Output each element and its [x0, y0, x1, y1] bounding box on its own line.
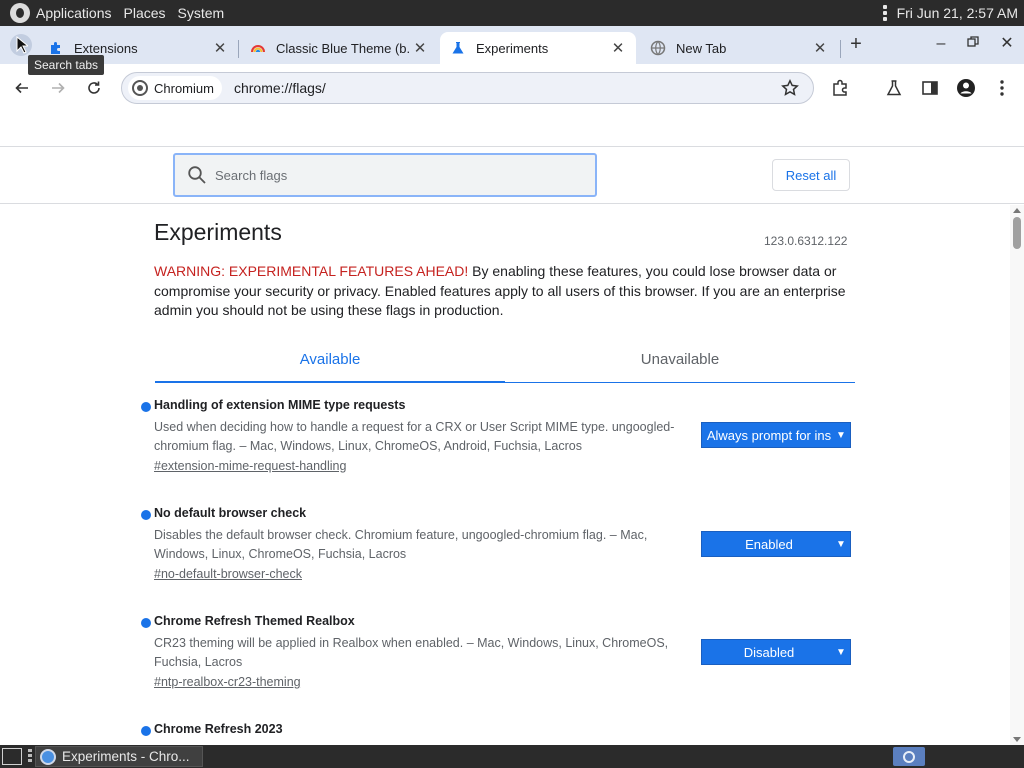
tab-unavailable[interactable]: Unavailable	[505, 345, 855, 383]
extensions-puzzle-icon[interactable]	[830, 78, 850, 98]
page-title: Experiments	[154, 219, 282, 245]
system-menu[interactable]: System	[178, 5, 233, 21]
globe-icon	[650, 40, 666, 56]
chevron-down-icon: ▼	[836, 538, 846, 550]
flag-description: CR23 theming will be applied in Realbox …	[154, 636, 669, 669]
search-flags-input[interactable]	[215, 167, 575, 183]
chevron-down-icon: ▼	[836, 646, 846, 658]
back-arrow-icon[interactable]	[12, 78, 32, 98]
labs-flask-icon[interactable]	[884, 78, 904, 98]
new-tab-plus-icon[interactable]: +	[846, 34, 866, 55]
rainbow-icon	[250, 40, 266, 56]
flags-content: Experiments 123.0.6312.122 WARNING: EXPE…	[0, 205, 1024, 745]
flag-entry: Chrome Refresh Themed Realbox CR23 themi…	[141, 614, 861, 694]
close-window-icon[interactable]: ✕	[997, 34, 1017, 54]
flags-header: Reset all	[0, 146, 1024, 204]
flag-name: Handling of extension MIME type requests	[154, 398, 406, 412]
flag-select[interactable]: Enabled ▼	[701, 531, 851, 557]
gnome-foot-icon[interactable]	[10, 3, 30, 23]
tab-available[interactable]: Available	[155, 345, 505, 383]
flag-select[interactable]: Always prompt for ins ▼	[701, 422, 851, 448]
flag-select-value: Always prompt for ins	[706, 427, 832, 443]
taskbar-grip-icon	[28, 749, 32, 764]
warning-heading: WARNING: EXPERIMENTAL FEATURES AHEAD!	[154, 263, 469, 279]
flag-permalink[interactable]: #ntp-realbox-cr23-theming	[154, 675, 301, 689]
chromium-icon	[132, 80, 148, 96]
places-menu[interactable]: Places	[124, 5, 174, 21]
search-icon	[187, 165, 207, 185]
chevron-down-icon: ▼	[836, 429, 846, 441]
tab-title: Classic Blue Theme (b...	[276, 40, 410, 56]
bookmark-star-icon[interactable]	[781, 79, 799, 102]
tab-title: New Tab	[676, 40, 727, 56]
flag-select[interactable]: Disabled ▼	[701, 639, 851, 665]
workspace-switcher-icon[interactable]	[893, 747, 925, 766]
tab-experiments[interactable]: Experiments ✕	[440, 32, 636, 64]
flag-permalink[interactable]: #no-default-browser-check	[154, 567, 302, 581]
reload-icon[interactable]	[84, 78, 104, 98]
flag-name: Chrome Refresh Themed Realbox	[154, 614, 355, 628]
forward-arrow-icon[interactable]	[48, 78, 68, 98]
flag-name: No default browser check	[154, 506, 307, 520]
browser-toolbar: Chromium chrome://flags/	[0, 64, 1024, 112]
tab-title: Experiments	[476, 40, 549, 56]
tab-classic-blue-theme[interactable]: Classic Blue Theme (b... ✕	[240, 32, 438, 64]
search-tabs-tooltip: Search tabs	[28, 55, 105, 75]
flag-description: Used when deciding how to handle a reque…	[154, 420, 675, 453]
flag-permalink[interactable]: #extension-mime-request-handling	[154, 459, 346, 473]
flag-bullet	[141, 726, 151, 736]
minimize-icon[interactable]: –	[931, 34, 951, 54]
url-text[interactable]: chrome://flags/	[234, 80, 813, 96]
address-bar[interactable]: Chromium chrome://flags/	[121, 72, 814, 104]
version-label: 123.0.6312.122	[764, 234, 848, 248]
tab-new-tab[interactable]: New Tab ✕	[640, 32, 838, 64]
flask-icon	[450, 40, 466, 56]
availability-tabs: Available Unavailable	[155, 345, 855, 383]
profile-avatar-icon[interactable]	[956, 78, 976, 98]
scroll-down-arrow-icon[interactable]	[1013, 737, 1021, 742]
restore-icon[interactable]	[963, 34, 983, 54]
show-desktop-icon[interactable]	[2, 748, 22, 765]
scroll-up-arrow-icon[interactable]	[1013, 208, 1021, 213]
tab-strip: Extensions ✕ Classic Blue Theme (b... ✕ …	[0, 26, 1024, 64]
chip-label: Chromium	[154, 80, 214, 96]
scrollbar-thumb[interactable]	[1013, 217, 1021, 249]
search-flags-box[interactable]	[173, 153, 597, 197]
vertical-scrollbar[interactable]	[1010, 205, 1024, 745]
top-panel: Applications Places System Fri Jun 21, 2…	[0, 0, 1024, 26]
flag-entry: Handling of extension MIME type requests…	[141, 398, 861, 478]
close-icon[interactable]: ✕	[210, 39, 230, 57]
taskbar-window-button[interactable]: Experiments - Chro...	[35, 746, 203, 767]
puzzle-icon	[48, 40, 64, 56]
applications-menu[interactable]: Applications	[36, 5, 120, 21]
taskbar-window-title: Experiments - Chro...	[62, 749, 190, 764]
flag-name: Chrome Refresh 2023	[154, 722, 283, 736]
flag-bullet	[141, 510, 151, 520]
flag-select-value: Enabled	[745, 536, 793, 552]
reset-all-button[interactable]: Reset all	[772, 159, 850, 191]
mouse-cursor-icon	[16, 35, 30, 59]
panel-clock[interactable]: Fri Jun 21, 2:57 AM	[897, 5, 1018, 21]
warning-text: WARNING: EXPERIMENTAL FEATURES AHEAD! By…	[154, 262, 854, 321]
more-menu-icon[interactable]	[992, 78, 1012, 98]
chromium-icon	[40, 748, 56, 765]
panel-overflow-icon[interactable]	[882, 5, 887, 21]
close-icon[interactable]: ✕	[810, 39, 830, 57]
side-panel-icon[interactable]	[920, 78, 940, 98]
flag-bullet	[141, 402, 151, 412]
close-icon[interactable]: ✕	[608, 39, 628, 57]
tab-title: Extensions	[74, 40, 138, 56]
flag-bullet	[141, 618, 151, 628]
flag-description: Disables the default browser check. Chro…	[154, 528, 648, 561]
close-icon[interactable]: ✕	[410, 39, 430, 57]
flag-select-value: Disabled	[743, 644, 795, 660]
bottom-taskbar: Experiments - Chro...	[0, 745, 1024, 768]
flag-entry: Chrome Refresh 2023	[141, 722, 861, 745]
flag-entry: No default browser check Disables the de…	[141, 506, 861, 586]
site-info-chip[interactable]: Chromium	[128, 76, 222, 100]
